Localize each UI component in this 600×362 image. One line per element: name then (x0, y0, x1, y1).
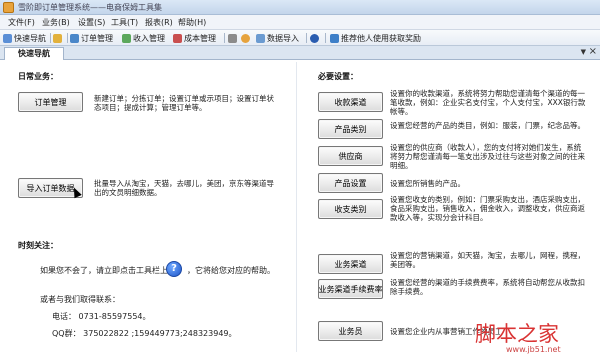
order-management-button[interactable]: 订单管理 (18, 92, 83, 112)
income-expense-category-button[interactable]: 收支类别 (318, 199, 383, 219)
channel-fee-rate-desc: 设置您经营的渠道的手续费费率，系统将自动帮您从收款扣除手续费。 (390, 278, 585, 296)
toolbar-referral-button[interactable]: 推荐他人使用获取奖励 (330, 32, 421, 44)
daily-business-title: 日常业务： (18, 72, 58, 81)
product-settings-button[interactable]: 产品设置 (318, 173, 383, 193)
salesperson-button[interactable]: 业务员 (318, 321, 383, 341)
income-expense-category-desc: 设置您收支的类别，例如：门票采购支出，酒店采购支出，食品采购支出，销售收入，佣金… (390, 195, 585, 222)
phone-number: 电话： 0731-85597554。 (52, 312, 151, 321)
menu-tools[interactable]: 工具(T) (111, 17, 138, 28)
focus-title: 时刻关注： (18, 241, 58, 250)
product-settings-desc: 设置您所销售的产品。 (390, 179, 465, 188)
payment-channel-desc: 设置你的收款渠道，系统将努力帮助您谨清每个渠道的每一笔收款，例如：企业实名支付宝… (390, 89, 586, 116)
toolbar-import-button[interactable]: 数据导入 (256, 32, 299, 44)
cost-icon (173, 33, 182, 43)
toolbar: 快速导航 订单管理 收入管理 成本管理 数据导入 推荐他人使用获取奖励 (0, 30, 600, 46)
menu-settings[interactable]: 设置(S) (78, 17, 105, 28)
toolbar-separator (224, 33, 225, 43)
user-icon (241, 33, 250, 43)
product-category-desc: 设置您经营的产品的类目，例如：服装，门票，纪念品等。 (390, 121, 585, 130)
chevron-down-icon[interactable]: ▼ (581, 48, 586, 56)
qq-groups: QQ群： 375022822 ;159449773;248323949。 (52, 329, 237, 338)
sales-channel-desc: 设置您的营销渠道，如天猫，淘宝，去哪儿，网程，携程，美团等。 (390, 251, 585, 269)
help-text-after: ，它将给您对应的帮助。 (187, 266, 275, 275)
menu-reports[interactable]: 报表(R) (145, 17, 173, 28)
toolbar-settings-button[interactable] (228, 32, 239, 44)
menu-bar: 文件(F) 业务(B) 设置(S) 工具(T) 报表(R) 帮助(H) (0, 15, 600, 30)
product-category-button[interactable]: 产品类别 (318, 119, 383, 139)
order-management-desc: 新建订单；分拣订单；设置订单或示项目；设置订单状态项目；提成计算；管理订单等。 (94, 94, 274, 112)
watermark-url: www.jb51.net (506, 345, 561, 354)
toolbar-separator (325, 33, 326, 43)
menu-file[interactable]: 文件(F) (8, 17, 35, 28)
menu-help[interactable]: 帮助(H) (178, 17, 206, 28)
title-bar: 雪阶即订单管理系统——电商保姆工具集 (0, 0, 600, 15)
toolbar-separator (67, 33, 68, 43)
income-icon (122, 33, 131, 43)
channel-fee-rate-button[interactable]: 业务渠道手续费率 (318, 279, 383, 299)
close-icon[interactable]: × (589, 46, 597, 57)
toolbar-user-button[interactable] (241, 32, 252, 44)
quick-nav-icon (3, 33, 12, 43)
toolbar-quick-nav-button[interactable]: 快速导航 (3, 32, 46, 44)
toolbar-help-button[interactable] (310, 32, 321, 44)
watermark-logo: 脚本之家 (475, 322, 559, 346)
order-icon (70, 33, 79, 43)
column-divider (296, 62, 297, 352)
payment-channel-button[interactable]: 收款渠道 (318, 92, 383, 112)
book-icon (53, 33, 62, 43)
import-icon (256, 33, 265, 43)
app-icon (3, 2, 14, 13)
help-circle-icon[interactable]: ? (166, 261, 182, 277)
tab-quick-nav[interactable]: 快速导航 (4, 47, 64, 60)
supplier-button[interactable]: 供应商 (318, 146, 383, 166)
toolbar-separator (306, 33, 307, 43)
referral-icon (330, 33, 339, 43)
sales-channel-button[interactable]: 业务渠道 (318, 254, 383, 274)
import-orders-desc: 批量导入从淘宝，天猫，去哪儿，美团，京东等渠道导出的文员明细数据。 (94, 179, 274, 197)
gear-icon (228, 33, 237, 43)
help-text-before: 如果您不会了，请立即点击工具栏上的 (40, 266, 176, 275)
menu-business[interactable]: 业务(B) (42, 17, 70, 28)
toolbar-cost-button[interactable]: 成本管理 (173, 32, 216, 44)
toolbar-book-button[interactable] (53, 32, 64, 44)
required-settings-title: 必要设置： (318, 72, 358, 81)
toolbar-separator (50, 33, 51, 43)
toolbar-income-button[interactable]: 收入管理 (122, 32, 165, 44)
help-icon (310, 33, 319, 43)
window-title: 雪阶即订单管理系统——电商保姆工具集 (18, 3, 162, 12)
contact-title: 或者与我们取得联系： (40, 295, 120, 304)
toolbar-order-button[interactable]: 订单管理 (70, 32, 113, 44)
tab-row: 快速导航 ▼ × (0, 46, 600, 60)
supplier-desc: 设置您的供应商（收款人），您的支付将对她们发生，系统将努力帮您谨清每一笔支出涉及… (390, 143, 585, 170)
